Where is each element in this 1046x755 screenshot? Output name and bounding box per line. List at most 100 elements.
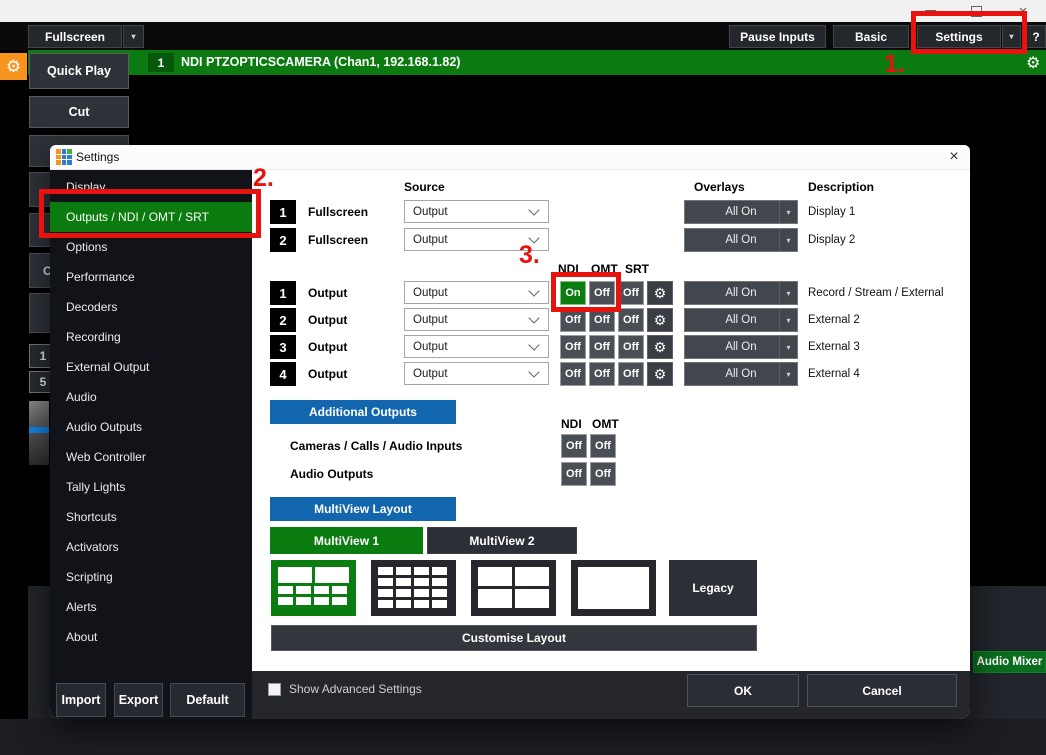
fullscreen-dropdown-button[interactable]: ▾: [123, 25, 144, 48]
chevron-down-icon: [528, 366, 539, 377]
additional-outputs-button[interactable]: Additional Outputs: [270, 400, 456, 424]
caret-down-icon[interactable]: ▾: [779, 282, 797, 304]
nav-item-external-output[interactable]: External Output: [50, 352, 252, 382]
nav-item-alerts[interactable]: Alerts: [50, 592, 252, 622]
layout-thumbnail-grid-16[interactable]: [371, 560, 456, 616]
nav-item-shortcuts[interactable]: Shortcuts: [50, 502, 252, 532]
caret-down-icon[interactable]: ▾: [779, 363, 797, 385]
caret-down-icon[interactable]: ▾: [779, 229, 797, 251]
annotation-box-ndi-toggle: [551, 272, 621, 312]
output-4-omt-toggle[interactable]: Off: [589, 362, 615, 386]
nav-item-audio-outputs[interactable]: Audio Outputs: [50, 412, 252, 442]
audio-outputs-omt-toggle[interactable]: Off: [590, 462, 616, 486]
description-column-header: Description: [808, 180, 874, 194]
layout-thumbnail-2-plus-8[interactable]: [271, 560, 356, 616]
output-3-overlays-dropdown[interactable]: All On▾: [684, 335, 798, 359]
nav-item-scripting[interactable]: Scripting: [50, 562, 252, 592]
output-2-settings-button[interactable]: ⚙: [647, 308, 673, 332]
output-3-omt-toggle[interactable]: Off: [589, 335, 615, 359]
annotation-box-settings: [911, 11, 1027, 54]
output-3-settings-button[interactable]: ⚙: [647, 335, 673, 359]
output-3-description: External 3: [808, 335, 860, 359]
audio-fader-handle[interactable]: [29, 427, 49, 433]
output-4-ndi-toggle[interactable]: Off: [560, 362, 586, 386]
output-1-srt-toggle[interactable]: Off: [618, 281, 644, 305]
dialog-close-button[interactable]: ×: [943, 147, 965, 167]
pause-inputs-button[interactable]: Pause Inputs: [729, 25, 826, 48]
output-4-overlays-dropdown[interactable]: All On▾: [684, 362, 798, 386]
audio-outputs-ndi-toggle[interactable]: Off: [561, 462, 587, 486]
chevron-down-icon: [528, 339, 539, 350]
nav-item-performance[interactable]: Performance: [50, 262, 252, 292]
audio-fader[interactable]: [29, 401, 49, 465]
quick-play-button[interactable]: Quick Play: [29, 53, 129, 89]
nav-item-audio[interactable]: Audio: [50, 382, 252, 412]
nav-item-tally-lights[interactable]: Tally Lights: [50, 472, 252, 502]
ok-button[interactable]: OK: [687, 674, 799, 707]
output-1-settings-button[interactable]: ⚙: [647, 281, 673, 305]
caret-down-icon[interactable]: ▾: [779, 336, 797, 358]
vmix-app: × Fullscreen ▾ Pause Inputs Basic Settin…: [0, 0, 1046, 755]
nav-item-web-controller[interactable]: Web Controller: [50, 442, 252, 472]
output-4-source-select[interactable]: Output: [404, 362, 549, 385]
nav-item-about[interactable]: About: [50, 622, 252, 652]
export-button[interactable]: Export: [114, 683, 163, 717]
legacy-layout-button[interactable]: Legacy: [669, 560, 757, 616]
help-button[interactable]: ?: [1026, 25, 1046, 48]
output-2-label: Output: [308, 308, 347, 332]
output-1-overlays-dropdown[interactable]: All On▾: [684, 281, 798, 305]
close-icon: ×: [949, 148, 958, 166]
nav-item-decoders[interactable]: Decoders: [50, 292, 252, 322]
caret-down-icon[interactable]: ▾: [779, 201, 797, 223]
output-2-overlays-dropdown[interactable]: All On ▾: [684, 308, 798, 332]
chevron-down-icon: [528, 312, 539, 323]
multiview-1-tab[interactable]: MultiView 1: [270, 527, 423, 554]
output-1-source-select[interactable]: Output: [404, 281, 549, 304]
multiview-2-tab[interactable]: MultiView 2: [427, 527, 577, 554]
vmix-logo-icon: [56, 149, 72, 165]
annotation-box-outputs-nav: [39, 189, 261, 238]
default-button[interactable]: Default: [170, 683, 245, 717]
fullscreen-1-number: 1: [270, 200, 296, 224]
nav-item-recording[interactable]: Recording: [50, 322, 252, 352]
output-3-srt-toggle[interactable]: Off: [618, 335, 644, 359]
layout-thumbnail-quad[interactable]: [471, 560, 556, 616]
cameras-calls-audio-label: Cameras / Calls / Audio Inputs: [290, 434, 462, 458]
output-2-source-select[interactable]: Output: [404, 308, 549, 331]
output-3-source-select[interactable]: Output: [404, 335, 549, 358]
nav-item-activators[interactable]: Activators: [50, 532, 252, 562]
input-gear-icon[interactable]: ⚙: [1026, 53, 1040, 73]
import-button[interactable]: Import: [56, 683, 106, 717]
output-4-description: External 4: [808, 362, 860, 386]
output-1-label: Output: [308, 281, 347, 305]
cameras-ndi-toggle[interactable]: Off: [561, 434, 587, 458]
layout-thumbnail-single[interactable]: [571, 560, 656, 616]
app-settings-gear-button[interactable]: ⚙: [0, 53, 27, 80]
fullscreen-1-overlays-dropdown[interactable]: All On▾: [684, 200, 798, 224]
fullscreen-button[interactable]: Fullscreen: [28, 25, 122, 48]
cameras-omt-toggle[interactable]: Off: [590, 434, 616, 458]
basic-button[interactable]: Basic: [833, 25, 909, 48]
window-titlebar: ×: [0, 0, 1046, 22]
audio-mixer-button[interactable]: Audio Mixer: [973, 651, 1046, 673]
cut-button[interactable]: Cut: [29, 96, 129, 128]
thumb-small-row: [278, 597, 349, 605]
output-4-srt-toggle[interactable]: Off: [618, 362, 644, 386]
show-advanced-checkbox[interactable]: [268, 683, 281, 696]
caret-down-icon[interactable]: ▾: [779, 309, 797, 331]
gear-icon: ⚙: [654, 285, 667, 302]
cancel-button[interactable]: Cancel: [807, 674, 957, 707]
multiview-layout-button[interactable]: MultiView Layout: [270, 497, 456, 521]
fullscreen-2-overlays-dropdown[interactable]: All On▾: [684, 228, 798, 252]
fullscreen-1-description: Display 1: [808, 200, 855, 224]
fullscreen-1-source-select[interactable]: Output: [404, 200, 549, 223]
customise-layout-button[interactable]: Customise Layout: [271, 625, 757, 651]
overlays-column-header: Overlays: [694, 180, 745, 194]
fullscreen-2-number: 2: [270, 228, 296, 252]
output-2-srt-toggle[interactable]: Off: [618, 308, 644, 332]
gear-icon: ⚙: [654, 366, 667, 383]
chevron-down-icon: [528, 204, 539, 215]
dropdown-value: All On: [725, 314, 756, 326]
output-4-settings-button[interactable]: ⚙: [647, 362, 673, 386]
output-3-ndi-toggle[interactable]: Off: [560, 335, 586, 359]
